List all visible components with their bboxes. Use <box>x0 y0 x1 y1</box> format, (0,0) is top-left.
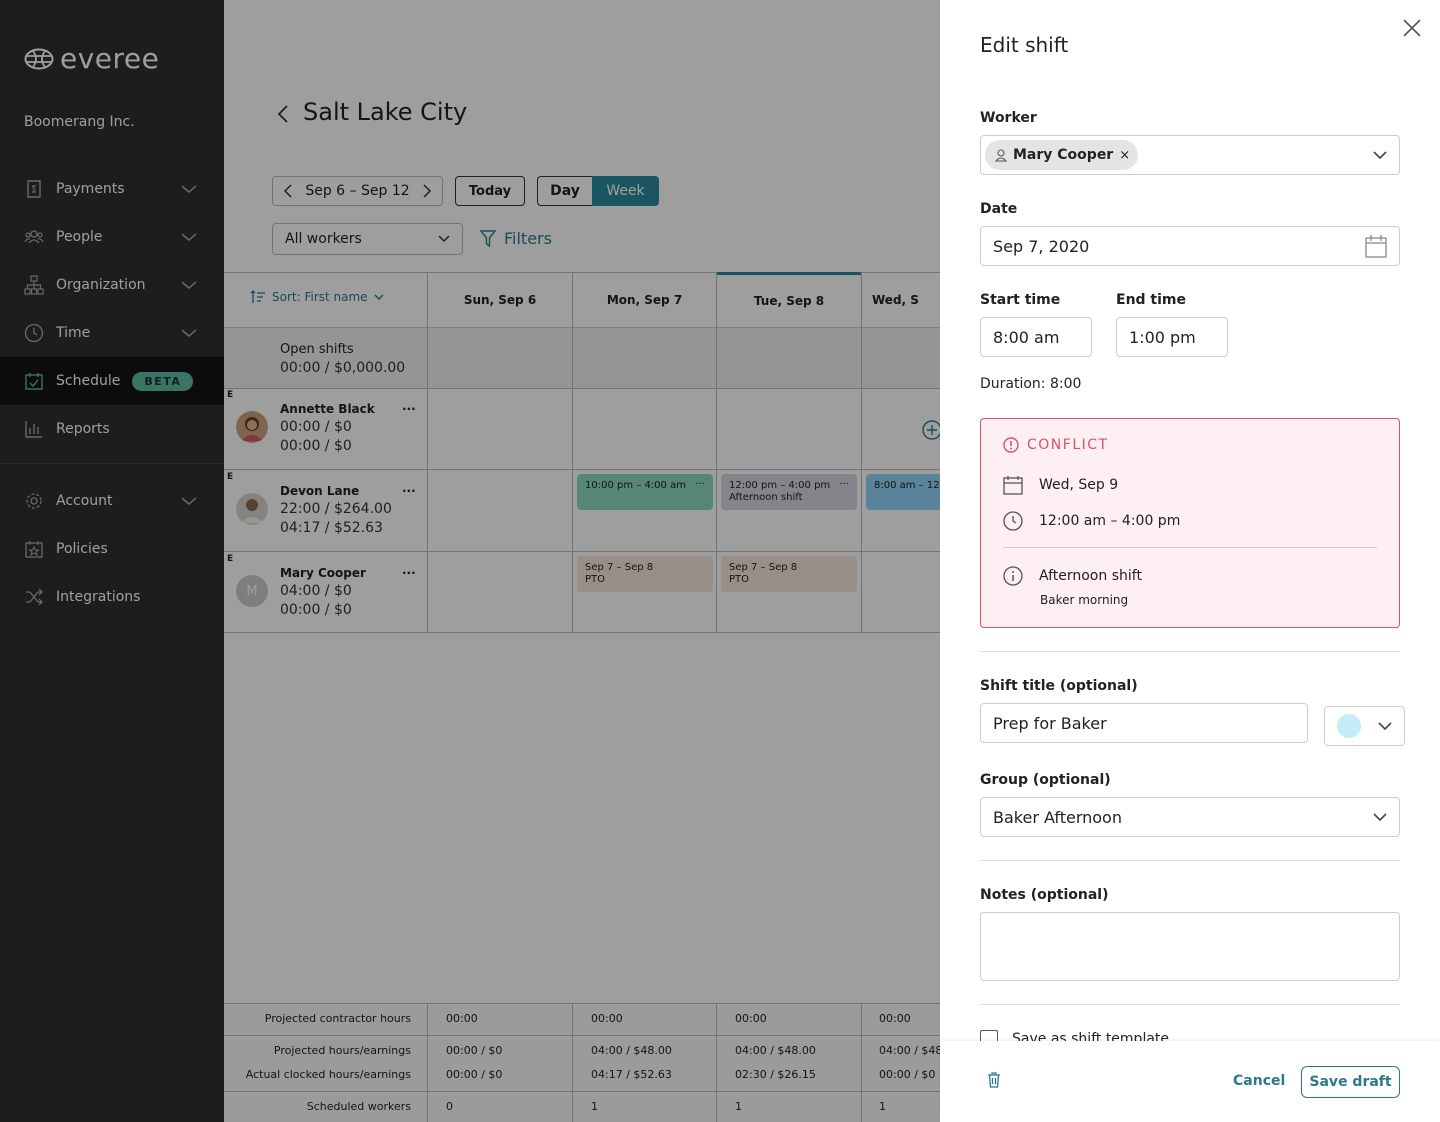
group-label: Group (optional) <box>980 772 1111 788</box>
calendar-icon[interactable] <box>1365 234 1387 258</box>
template-checkbox[interactable] <box>980 1030 998 1041</box>
notes-label: Notes (optional) <box>980 887 1109 903</box>
date-label: Date <box>980 201 1018 217</box>
trash-icon[interactable] <box>987 1071 1001 1088</box>
cancel-button[interactable]: Cancel <box>1233 1073 1285 1089</box>
conflict-shift-line: Afternoon shift <box>1003 566 1142 586</box>
section-divider <box>980 651 1400 652</box>
section-divider <box>980 860 1400 861</box>
chevron-down-icon <box>1373 812 1387 821</box>
shift-title-label: Shift title (optional) <box>980 678 1138 694</box>
person-icon <box>995 148 1007 162</box>
edit-shift-panel: Edit shift Worker Mary Cooper × Date Sep… <box>940 0 1440 1122</box>
date-value: Sep 7, 2020 <box>993 236 1090 256</box>
conflict-date: Wed, Sep 9 <box>1039 477 1119 493</box>
template-option-clip: Save as shift template <box>980 1030 1400 1041</box>
date-input[interactable]: Sep 7, 2020 <box>980 226 1400 266</box>
clock-icon <box>1003 511 1023 531</box>
conflict-time: 12:00 am – 4:00 pm <box>1039 513 1181 529</box>
start-time-label: Start time <box>980 292 1061 308</box>
section-divider <box>980 1004 1400 1005</box>
conflict-shift-title: Afternoon shift <box>1039 568 1142 584</box>
modal-backdrop[interactable] <box>0 0 940 1122</box>
chevron-down-icon <box>1378 721 1392 730</box>
start-time-input[interactable]: 8:00 am <box>980 317 1092 357</box>
end-time-input[interactable]: 1:00 pm <box>1116 317 1228 357</box>
conflict-header: CONFLICT <box>1003 437 1109 453</box>
template-option: Save as shift template <box>980 1030 1400 1041</box>
remove-chip-icon[interactable]: × <box>1119 148 1130 163</box>
conflict-date-line: Wed, Sep 9 <box>1003 475 1118 495</box>
template-label: Save as shift template <box>1012 1031 1170 1041</box>
chevron-down-icon <box>1373 150 1387 159</box>
end-time-label: End time <box>1116 292 1186 308</box>
duration-text: Duration: 8:00 <box>980 376 1082 392</box>
close-icon[interactable] <box>1403 19 1421 37</box>
calendar-icon <box>1003 476 1023 495</box>
worker-label: Worker <box>980 110 1037 126</box>
conflict-time-line: 12:00 am – 4:00 pm <box>1003 511 1180 531</box>
worker-chip-label: Mary Cooper <box>1013 147 1114 163</box>
notes-textarea[interactable] <box>980 912 1400 981</box>
info-icon <box>1003 566 1023 586</box>
color-select[interactable] <box>1324 706 1405 746</box>
conflict-divider <box>1003 547 1377 548</box>
conflict-shift-subtitle: Baker morning <box>1040 593 1129 607</box>
group-value: Baker Afternoon <box>993 807 1122 827</box>
save-draft-button[interactable]: Save draft <box>1301 1066 1400 1098</box>
shift-title-input[interactable]: Prep for Baker <box>980 703 1308 743</box>
worker-chip: Mary Cooper × <box>985 140 1139 170</box>
alert-circle-icon <box>1003 437 1019 453</box>
color-swatch <box>1337 714 1361 738</box>
conflict-box: CONFLICT Wed, Sep 9 12:00 am – 4:00 pm A… <box>980 418 1400 628</box>
worker-select[interactable]: Mary Cooper × <box>980 135 1400 175</box>
panel-title: Edit shift <box>980 33 1069 57</box>
conflict-heading: CONFLICT <box>1027 437 1109 453</box>
group-select[interactable]: Baker Afternoon <box>980 797 1400 837</box>
